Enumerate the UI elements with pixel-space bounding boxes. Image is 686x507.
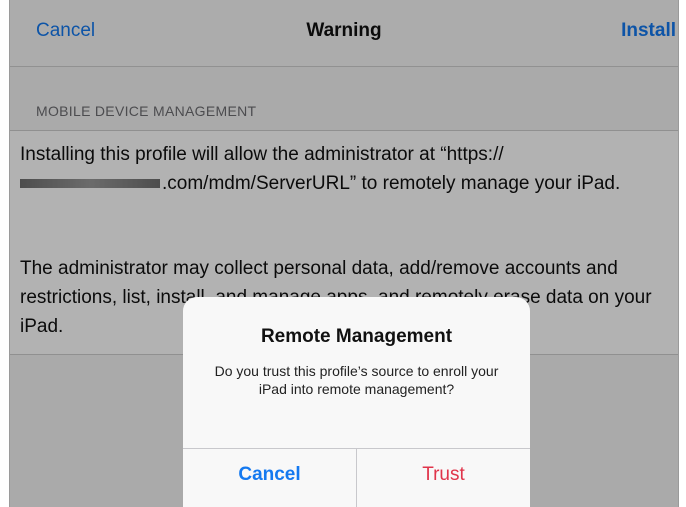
alert-cancel-button[interactable]: Cancel bbox=[183, 449, 356, 507]
alert-message: Do you trust this profile’s source to en… bbox=[214, 363, 499, 397]
screen-frame: Cancel Warning Install MOBILE DEVICE MAN… bbox=[9, 0, 679, 507]
alert-title: Remote Management bbox=[260, 326, 453, 347]
remote-management-alert: Remote Management Do you trust this prof… bbox=[183, 297, 530, 507]
alert-trust-button[interactable]: Trust bbox=[357, 449, 530, 507]
